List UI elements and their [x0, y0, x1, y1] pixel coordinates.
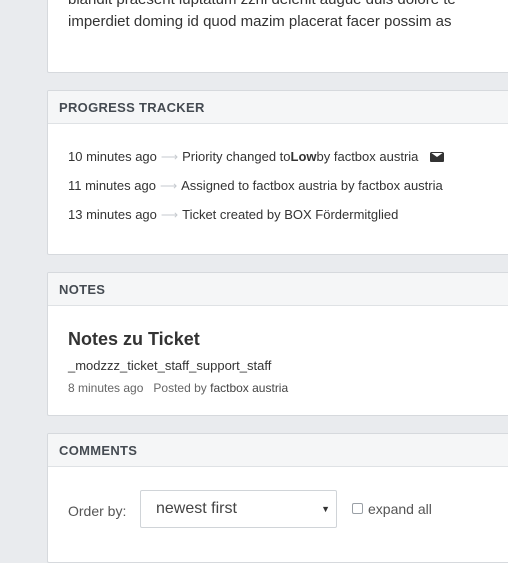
event-text: Ticket created by BOX Fördermitglied: [182, 207, 399, 222]
arrow-icon: ⟶: [159, 178, 178, 193]
comments-panel: COMMENTS Order by: newest first ▼ expand…: [47, 433, 508, 563]
event-time: 13 minutes ago: [68, 207, 157, 222]
expand-all-label[interactable]: expand all: [368, 501, 432, 517]
progress-tracker-heading: PROGRESS TRACKER: [48, 91, 508, 124]
progress-event: 13 minutes ago ⟶ Ticket created by BOX F…: [68, 207, 398, 222]
event-text: Assigned to factbox austria by factbox a…: [181, 178, 443, 193]
notes-panel: NOTES Notes zu Ticket _modzzz_ticket_sta…: [47, 272, 508, 416]
event-text-suffix: by factbox austria: [316, 149, 419, 164]
progress-event: 11 minutes ago ⟶ Assigned to factbox aus…: [68, 178, 443, 193]
note-title: Notes zu Ticket: [68, 329, 200, 349]
order-by-select[interactable]: newest first ▼: [140, 490, 337, 528]
event-text: Priority changed to: [182, 149, 291, 164]
notes-heading: NOTES: [48, 273, 508, 306]
description-panel: blandit praesent luptatum zzril delenit …: [47, 0, 508, 73]
envelope-icon[interactable]: [430, 151, 445, 162]
description-text-line-1: blandit praesent luptatum zzril delenit …: [68, 0, 456, 8]
order-by-label: Order by:: [68, 503, 127, 519]
event-time: 10 minutes ago: [68, 149, 157, 164]
arrow-icon: ⟶: [160, 207, 179, 222]
note-time: 8 minutes ago: [68, 381, 144, 395]
description-text-line-2: imperdiet doming id quod mazim placerat …: [68, 13, 452, 30]
comments-heading: COMMENTS: [48, 434, 508, 467]
progress-event: 10 minutes ago ⟶ Priority changed to Low…: [68, 149, 445, 164]
expand-all-checkbox[interactable]: [352, 503, 363, 514]
progress-tracker-panel: PROGRESS TRACKER 10 minutes ago ⟶ Priori…: [47, 90, 508, 255]
chevron-down-icon: ▼: [321, 504, 330, 514]
note-meta: 8 minutes ago Posted by factbox austria: [68, 381, 288, 395]
event-time: 11 minutes ago: [68, 178, 156, 193]
posted-by-label: Posted by: [153, 381, 207, 395]
note-author: factbox austria: [210, 381, 289, 395]
arrow-icon: ⟶: [160, 149, 179, 164]
event-priority-value: Low: [290, 149, 317, 164]
order-by-value: newest first: [156, 500, 237, 517]
note-body: _modzzz_ticket_staff_support_staff: [68, 358, 272, 373]
